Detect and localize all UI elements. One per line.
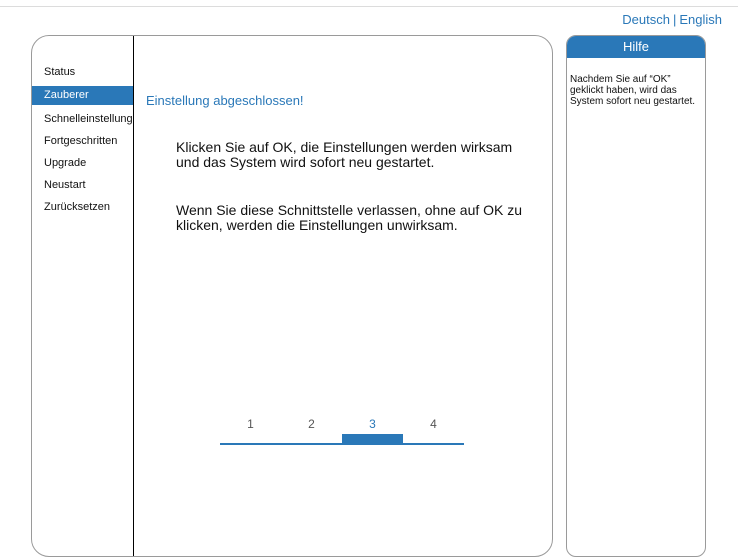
sidebar-item-neustart[interactable]: Neustart (32, 177, 133, 193)
step-4-label: 4 (430, 417, 437, 431)
top-divider (0, 6, 738, 7)
info-paragraph-leave: Wenn Sie diese Schnittstelle verlassen, … (176, 202, 523, 233)
step-1-label: 1 (247, 417, 254, 431)
wizard-content: Einstellung abgeschlossen! Klicken Sie a… (134, 36, 552, 556)
main-panel: Status Zauberer Schnelleinstellung Fortg… (31, 35, 553, 557)
language-switcher: Deutsch | English (622, 12, 722, 27)
sidebar: Status Zauberer Schnelleinstellung Fortg… (32, 64, 133, 221)
sidebar-item-zuruecksetzen[interactable]: Zurücksetzen (32, 199, 133, 215)
sidebar-item-fortgeschritten[interactable]: Fortgeschritten (32, 133, 133, 149)
sidebar-item-status[interactable]: Status (32, 64, 133, 80)
page-title: Einstellung abgeschlossen! (146, 93, 304, 108)
sidebar-item-zauberer[interactable]: Zauberer (32, 86, 133, 105)
language-english-link[interactable]: English (679, 12, 722, 27)
language-separator: | (672, 12, 677, 27)
sidebar-item-upgrade[interactable]: Upgrade (32, 155, 133, 171)
step-current-marker (342, 434, 403, 444)
help-text: Nachdem Sie auf “OK” geklickt haben, wir… (570, 74, 696, 107)
info-paragraph-ok: Klicken Sie auf OK, die Einstellungen we… (176, 139, 513, 170)
help-title: Hilfe (567, 36, 705, 58)
step-3-label: 3 (369, 417, 376, 431)
help-panel: Hilfe Nachdem Sie auf “OK” geklickt habe… (566, 35, 706, 557)
language-deutsch-link[interactable]: Deutsch (622, 12, 670, 27)
sidebar-item-schnelleinstellung[interactable]: Schnelleinstellung (32, 111, 133, 127)
step-2-label: 2 (308, 417, 315, 431)
